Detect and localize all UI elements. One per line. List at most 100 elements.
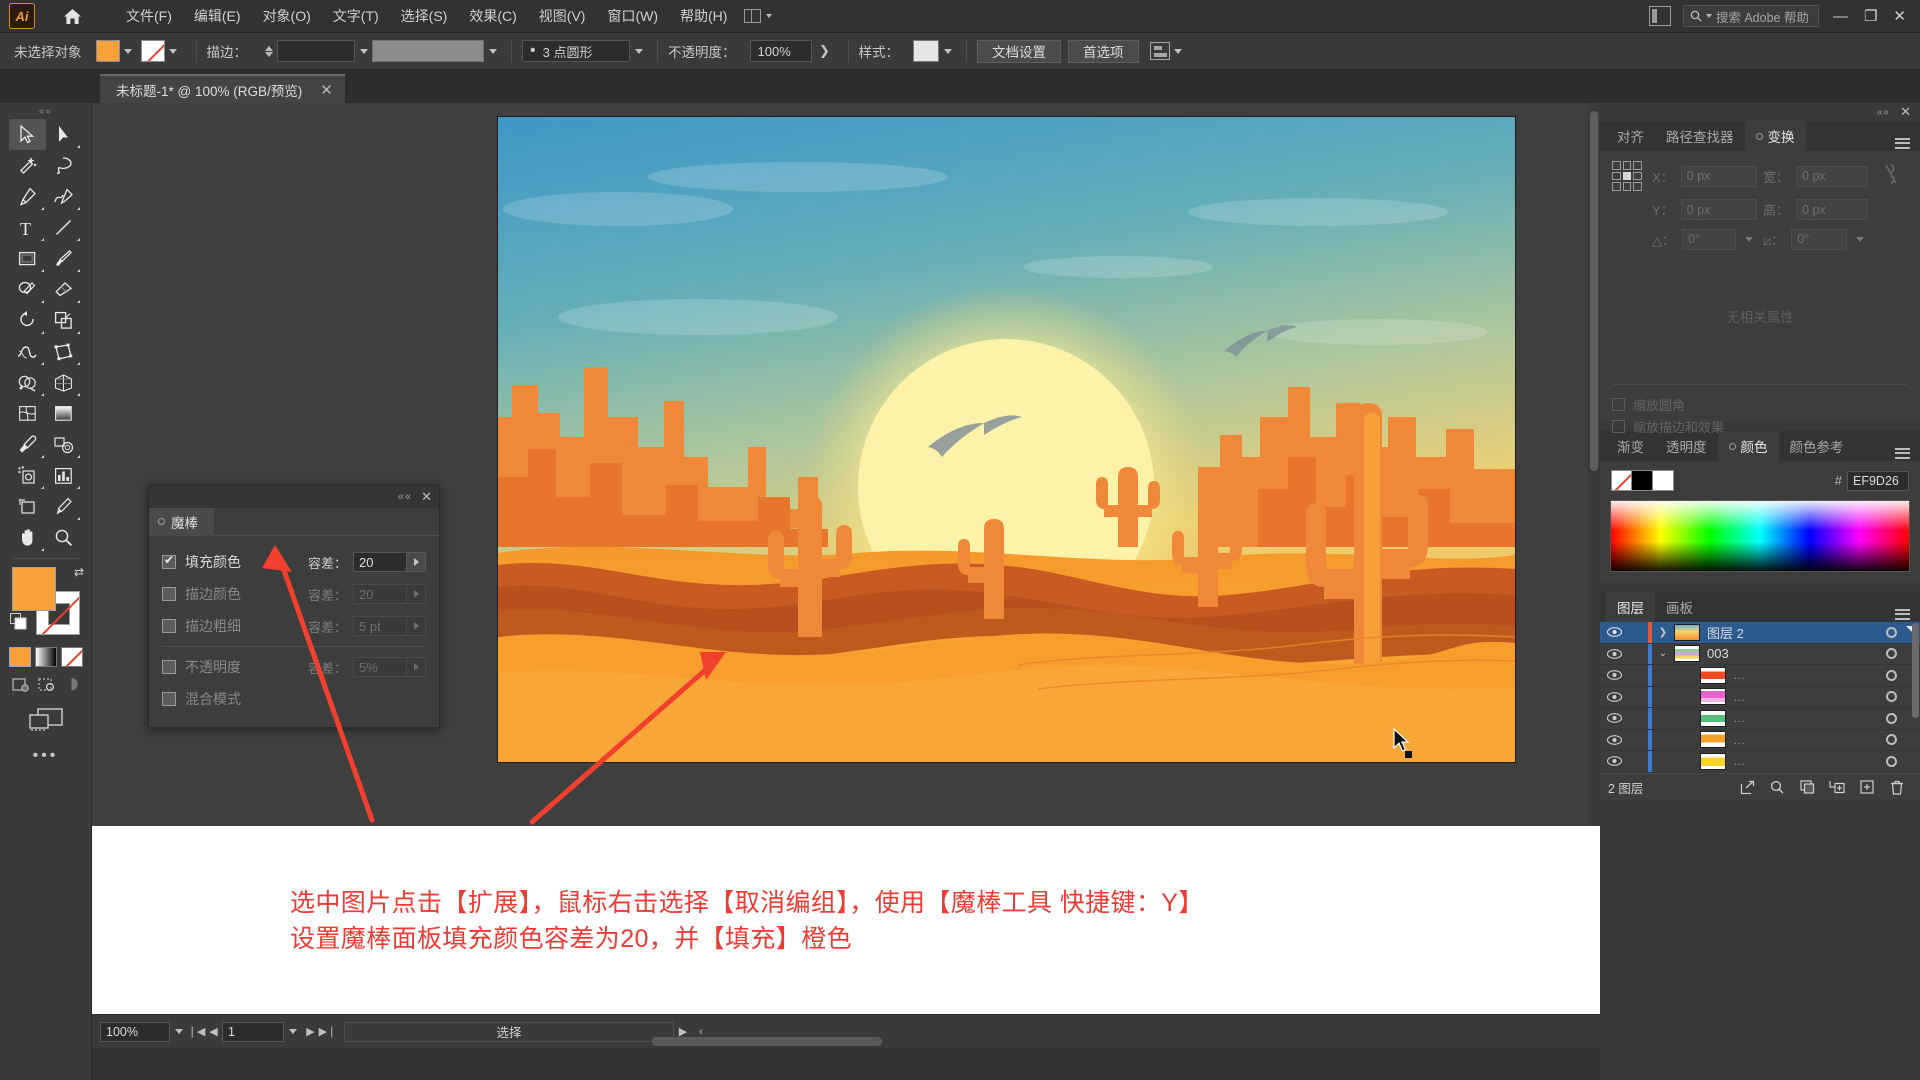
scale-tool[interactable] xyxy=(46,305,83,336)
delete-layer-icon[interactable] xyxy=(1882,780,1912,795)
gradient-tool[interactable] xyxy=(46,398,83,429)
close-icon[interactable]: ✕ xyxy=(320,81,333,99)
gradient-fill-button[interactable] xyxy=(34,647,57,667)
shape-builder-tool[interactable] xyxy=(9,367,46,398)
menu-help[interactable]: 帮助(H) xyxy=(669,2,738,30)
chevron-down-icon[interactable]: ⌄ xyxy=(1652,648,1674,659)
status-text[interactable]: 选择 xyxy=(344,1021,674,1042)
fill-tolerance-input[interactable]: 20 xyxy=(353,552,407,572)
menu-file[interactable]: 文件(F) xyxy=(115,2,183,30)
visibility-icon[interactable] xyxy=(1600,734,1628,745)
stroke-profile-field[interactable]: • 3 点圆形 xyxy=(522,40,630,62)
layer-row-003[interactable]: ⌄ 003 xyxy=(1600,643,1920,665)
curvature-tool[interactable] xyxy=(46,181,83,212)
chevron-down-icon[interactable] xyxy=(1740,228,1757,250)
layer-name[interactable]: … xyxy=(1733,733,1876,747)
magic-wand-panel[interactable]: «« ✕ 魔棒 填充颜色 容差： 20 描边颜色 容差： 20 描边粗细 容差：… xyxy=(148,485,440,728)
preferences-button[interactable]: 首选项 xyxy=(1068,39,1139,63)
visibility-icon[interactable] xyxy=(1600,756,1628,767)
sublayer-row[interactable]: … xyxy=(1600,665,1920,687)
layer-name[interactable]: 图层 2 xyxy=(1707,623,1876,642)
symbol-sprayer-tool[interactable] xyxy=(9,460,46,491)
dock-scrollbar-thumb[interactable] xyxy=(1912,623,1919,718)
tab-align[interactable]: 对齐 xyxy=(1606,121,1655,151)
stroke-weight-checkbox[interactable] xyxy=(162,619,176,633)
free-transform-tool[interactable] xyxy=(46,336,83,367)
close-icon[interactable]: ✕ xyxy=(421,489,432,505)
close-button[interactable]: ✕ xyxy=(1893,7,1906,25)
hex-input[interactable]: EF9D26 xyxy=(1847,470,1909,491)
target-indicator[interactable] xyxy=(1876,755,1906,767)
color-fill-button[interactable] xyxy=(8,647,31,667)
fill-swatch[interactable] xyxy=(95,40,120,62)
mesh-tool[interactable] xyxy=(9,398,46,429)
scale-strokes-checkbox[interactable] xyxy=(1612,419,1625,433)
magic-wand-row-stroke-color[interactable]: 描边颜色 容差： 20 xyxy=(162,578,426,610)
magic-wand-row-stroke-weight[interactable]: 描边粗细 容差： 5 pt xyxy=(162,610,426,642)
chevron-down-icon[interactable] xyxy=(1170,40,1187,62)
x-input[interactable]: 0 px xyxy=(1680,165,1757,187)
blend-tool[interactable] xyxy=(46,429,83,460)
color-spectrum[interactable] xyxy=(1610,500,1910,572)
target-indicator[interactable] xyxy=(1876,648,1906,660)
chevron-right-icon[interactable]: ❯ xyxy=(1652,627,1674,638)
magic-wand-row-fill-color[interactable]: 填充颜色 容差： 20 xyxy=(162,546,426,578)
close-icon[interactable]: ✕ xyxy=(1900,104,1911,120)
width-tool[interactable] xyxy=(9,336,46,367)
draw-normal-icon[interactable] xyxy=(12,676,31,693)
artboard-tool[interactable] xyxy=(9,491,46,522)
rectangle-tool[interactable] xyxy=(9,243,46,274)
zoom-level-input[interactable]: 100% xyxy=(100,1021,170,1042)
target-indicator[interactable] xyxy=(1876,691,1906,703)
arrange-documents-button[interactable] xyxy=(738,6,778,26)
target-indicator[interactable] xyxy=(1876,712,1906,724)
minimize-button[interactable]: — xyxy=(1833,8,1848,25)
tab-layers[interactable]: 图层 xyxy=(1606,592,1655,622)
eraser-tool[interactable] xyxy=(46,274,83,305)
tab-transform[interactable]: 变换 xyxy=(1744,121,1806,151)
tab-pathfinder[interactable]: 路径查找器 xyxy=(1655,121,1745,151)
search-icon[interactable] xyxy=(1762,780,1792,794)
stroke-weight-field[interactable] xyxy=(277,40,355,62)
visibility-icon[interactable] xyxy=(1600,713,1628,724)
y-input[interactable]: 0 px xyxy=(1680,199,1757,220)
layer-name[interactable]: … xyxy=(1733,711,1876,725)
scale-strokes-effects-option[interactable]: 缩放描边和效果 xyxy=(1612,415,1908,437)
locate-object-icon[interactable] xyxy=(1732,780,1762,795)
w-field-group[interactable]: 宽： 0 px xyxy=(1763,165,1868,187)
artboard-number-input[interactable]: 1 xyxy=(222,1021,284,1042)
stroke-color-checkbox[interactable] xyxy=(162,587,176,601)
maximize-button[interactable]: ❐ xyxy=(1864,7,1877,25)
document-setup-button[interactable]: 文档设置 xyxy=(977,39,1061,63)
new-layer-icon[interactable] xyxy=(1852,780,1882,794)
line-segment-tool[interactable] xyxy=(46,212,83,243)
tab-magic-wand[interactable]: 魔棒 xyxy=(149,507,214,536)
create-sublayer-icon[interactable] xyxy=(1822,780,1852,794)
target-indicator[interactable] xyxy=(1876,626,1906,638)
perspective-grid-tool[interactable] xyxy=(46,367,83,398)
document-tab[interactable]: 未标题-1* @ 100% (RGB/预览) ✕ xyxy=(100,74,345,103)
selection-tool[interactable] xyxy=(9,119,46,150)
sublayer-row[interactable]: … xyxy=(1600,686,1920,708)
swap-fill-stroke-icon[interactable]: ⇄ xyxy=(74,565,84,579)
target-indicator[interactable] xyxy=(1876,669,1906,681)
menu-type[interactable]: 文字(T) xyxy=(322,2,390,30)
color-white-swatch[interactable] xyxy=(1653,470,1674,491)
chevron-down-icon[interactable] xyxy=(355,40,372,62)
slice-tool[interactable] xyxy=(46,491,83,522)
scale-corners-option[interactable]: 缩放圆角 xyxy=(1612,393,1908,415)
column-graph-tool[interactable] xyxy=(46,460,83,491)
draw-inside-icon[interactable] xyxy=(64,676,79,693)
type-tool[interactable]: T xyxy=(9,212,46,243)
rotate-tool[interactable] xyxy=(9,305,46,336)
y-field-group[interactable]: Y： 0 px xyxy=(1652,199,1757,220)
menu-effect[interactable]: 效果(C) xyxy=(458,2,527,30)
stroke-weight-stepper[interactable] xyxy=(265,45,273,57)
default-fill-stroke-icon[interactable] xyxy=(10,613,27,633)
magic-wand-tool[interactable] xyxy=(9,150,46,181)
toolbar-grip[interactable]: «« xyxy=(0,103,91,119)
pen-tool[interactable] xyxy=(9,181,46,212)
target-indicator[interactable] xyxy=(1876,734,1906,746)
stroke-swatch-none[interactable] xyxy=(140,40,165,62)
chevron-down-icon[interactable] xyxy=(630,40,647,62)
